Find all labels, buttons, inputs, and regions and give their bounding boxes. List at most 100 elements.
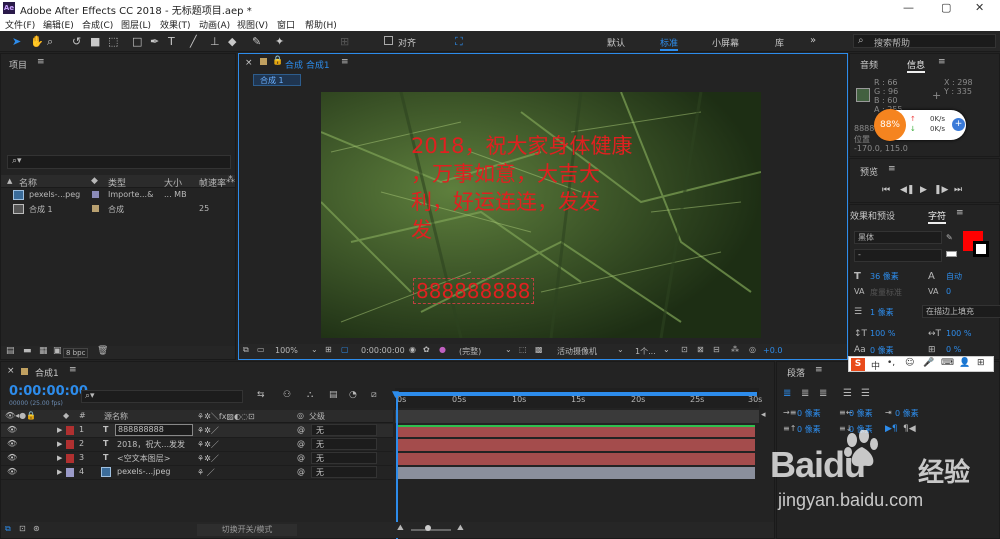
layer-parent-select[interactable]: 无 <box>311 466 377 478</box>
reset-exposure-icon[interactable]: ⊟ <box>713 345 720 354</box>
new-folder-icon[interactable]: ▬ <box>23 346 32 356</box>
timeline-layer-row[interactable]: 👁 ▶ 3 T <空文本图层> ⚘✲／ @ 无 <box>1 452 393 466</box>
layer-duration-bar[interactable] <box>397 453 755 465</box>
close-button[interactable]: ✕ <box>975 1 984 14</box>
pick-whip-icon[interactable]: @ <box>297 425 305 434</box>
ime-punct-icon[interactable]: •, <box>887 358 895 368</box>
workspace-library[interactable]: 库 <box>775 36 784 49</box>
expand-arrow-icon[interactable]: ▶ <box>57 454 62 462</box>
roto-brush-tool-icon[interactable]: ✎ <box>252 35 261 48</box>
layer-switches-icon[interactable]: ⚘✲／ <box>197 425 219 436</box>
delete-icon[interactable]: 🗑 <box>97 346 108 356</box>
layer-duration-bar[interactable] <box>397 439 755 451</box>
exposure-icon[interactable]: ◎ <box>749 345 756 354</box>
region-of-interest-icon[interactable]: ▢ <box>341 345 349 354</box>
pen-tool-icon[interactable]: ✒ <box>150 35 159 48</box>
next-frame-icon[interactable]: ❚▶ <box>934 185 948 195</box>
help-search-box[interactable]: ⌕ 搜索帮助 <box>853 34 996 49</box>
playhead-handle-icon[interactable]: ▼ <box>392 390 399 400</box>
layer-parent-select[interactable]: 无 <box>311 438 377 450</box>
indent-left-value[interactable]: 0 像素 <box>797 408 821 419</box>
expand-arrow-icon[interactable]: ▶ <box>57 440 62 448</box>
visibility-eye-icon[interactable]: 👁 <box>7 425 17 434</box>
playhead[interactable] <box>396 392 398 539</box>
clone-tool-icon[interactable]: ⊥ <box>210 35 220 48</box>
align-left-icon[interactable]: ≣ <box>783 388 791 399</box>
pick-whip-icon[interactable]: @ <box>297 439 305 448</box>
zoom-slider-thumb[interactable] <box>425 525 431 531</box>
stroke-color-swatch[interactable] <box>973 241 989 257</box>
align-center-icon[interactable]: ≣ <box>801 388 809 399</box>
camera-tool-icon[interactable]: ■ <box>90 35 100 48</box>
pick-whip-icon[interactable]: @ <box>297 467 305 476</box>
layer-switches-icon[interactable]: ⚘✲／ <box>197 453 219 464</box>
motion-blur-icon[interactable]: ◔ <box>349 390 357 400</box>
ime-toolbar[interactable]: S 中 •, ☺ 🎤 ⌨ 👤 ⊞ <box>848 356 994 372</box>
zoom-tool-icon[interactable]: ⌕ <box>47 35 53 49</box>
pan-behind-tool-icon[interactable]: ⬚ <box>108 35 118 48</box>
layer-name[interactable]: 2018，祝大...发发 <box>117 439 185 450</box>
col-fps[interactable]: 帧速率 <box>199 176 226 189</box>
menu-animation[interactable]: 动画(A) <box>199 18 230 31</box>
number-text-layer[interactable]: 888888888 <box>413 278 534 304</box>
menu-window[interactable]: 窗口 <box>277 18 295 31</box>
current-time[interactable]: 0:00:00:00 <box>361 346 405 355</box>
white-swatch[interactable] <box>946 251 957 257</box>
panel-menu-icon[interactable]: ≡ <box>37 57 45 67</box>
col-name[interactable]: 名称 <box>19 176 37 189</box>
expand-timing-icon[interactable]: ⊛ <box>33 524 40 533</box>
timeline-tab[interactable]: 合成1 <box>35 366 59 379</box>
layer-switches-icon[interactable]: ⚘✲／ <box>197 439 219 450</box>
minimize-button[interactable]: — <box>903 1 914 14</box>
show-channel-icon[interactable]: ✿ <box>423 345 430 354</box>
tab-character[interactable]: 字符 <box>928 209 947 224</box>
zoom-out-icon[interactable]: ⛰ <box>397 523 404 533</box>
tab-effects-presets[interactable]: 效果和预设 <box>850 209 895 222</box>
first-indent-value[interactable]: 0 像素 <box>895 408 919 419</box>
frame-blending-icon[interactable]: ▤ <box>329 390 338 400</box>
comp-button-icon[interactable]: ◂ <box>761 410 766 420</box>
bpc-button[interactable]: 8 bpc <box>63 348 89 358</box>
interpret-footage-icon[interactable]: ▤ <box>6 346 15 356</box>
expand-layer-switches-icon[interactable]: ⧉ <box>5 524 11 534</box>
panel-menu-icon[interactable]: ≡ <box>938 57 946 67</box>
play-icon[interactable]: ▶ <box>920 185 927 195</box>
timeline-search-input[interactable]: ⌕▾ <box>81 390 243 403</box>
lock-icon[interactable]: 🔒 <box>272 56 283 66</box>
baseline-shift-value[interactable]: 0 像素 <box>870 345 894 356</box>
tab-audio[interactable]: 音频 <box>860 58 878 71</box>
brush-tool-icon[interactable]: ╱ <box>190 35 197 48</box>
flowchart-icon[interactable]: ⊠ <box>697 345 704 354</box>
maximize-button[interactable]: ▢ <box>941 1 951 14</box>
visibility-eye-icon[interactable]: 👁 <box>7 467 17 476</box>
ime-mode-label[interactable]: 中 <box>871 359 880 372</box>
workspace-small-screen[interactable]: 小屏幕 <box>712 36 739 49</box>
zoom-in-icon[interactable]: ⛰ <box>457 523 464 533</box>
menu-help[interactable]: 帮助(H) <box>305 18 337 31</box>
resolution-select[interactable]: (完整) <box>459 346 481 357</box>
views-select[interactable]: 1个... <box>635 346 656 357</box>
expand-modes-icon[interactable]: ⊡ <box>19 524 26 533</box>
monitor-icon[interactable]: ▭ <box>257 345 265 354</box>
first-frame-icon[interactable]: ⏮ <box>882 185 890 195</box>
type-tool-icon[interactable]: T <box>168 35 175 48</box>
rectangle-tool-icon[interactable]: □ <box>132 35 142 48</box>
toggle-pixel-aspect-icon[interactable]: ⊡ <box>681 345 688 354</box>
col-type[interactable]: 类型 <box>108 176 126 189</box>
layer-duration-bar[interactable] <box>397 467 755 479</box>
always-preview-icon[interactable]: ⧉ <box>243 345 249 355</box>
align-checkbox[interactable] <box>384 36 393 45</box>
exposure-value[interactable]: +0.0 <box>763 346 782 355</box>
layer-name[interactable]: <空文本图层> <box>117 453 170 464</box>
layer-label-color[interactable] <box>66 454 74 463</box>
eyedropper-icon[interactable]: ✎ <box>946 233 953 242</box>
layer-name[interactable]: 888888888 <box>115 424 193 436</box>
layer-parent-select[interactable]: 无 <box>311 452 377 464</box>
col-size[interactable]: 大小 <box>164 176 182 189</box>
camera-select[interactable]: 活动摄像机 <box>557 346 597 357</box>
comp-viewer[interactable]: 2018，祝大家身体健康 ，万事如意，大吉大 利，好运连连，发发 发 88888… <box>321 92 761 338</box>
tsume-value[interactable]: 0 % <box>946 345 961 354</box>
panel-menu-icon[interactable]: ≡ <box>69 365 77 375</box>
project-item[interactable]: 合成 1 合成 25 <box>1 203 235 216</box>
comp-mini-flowchart-icon[interactable]: ⇆ <box>257 390 265 400</box>
